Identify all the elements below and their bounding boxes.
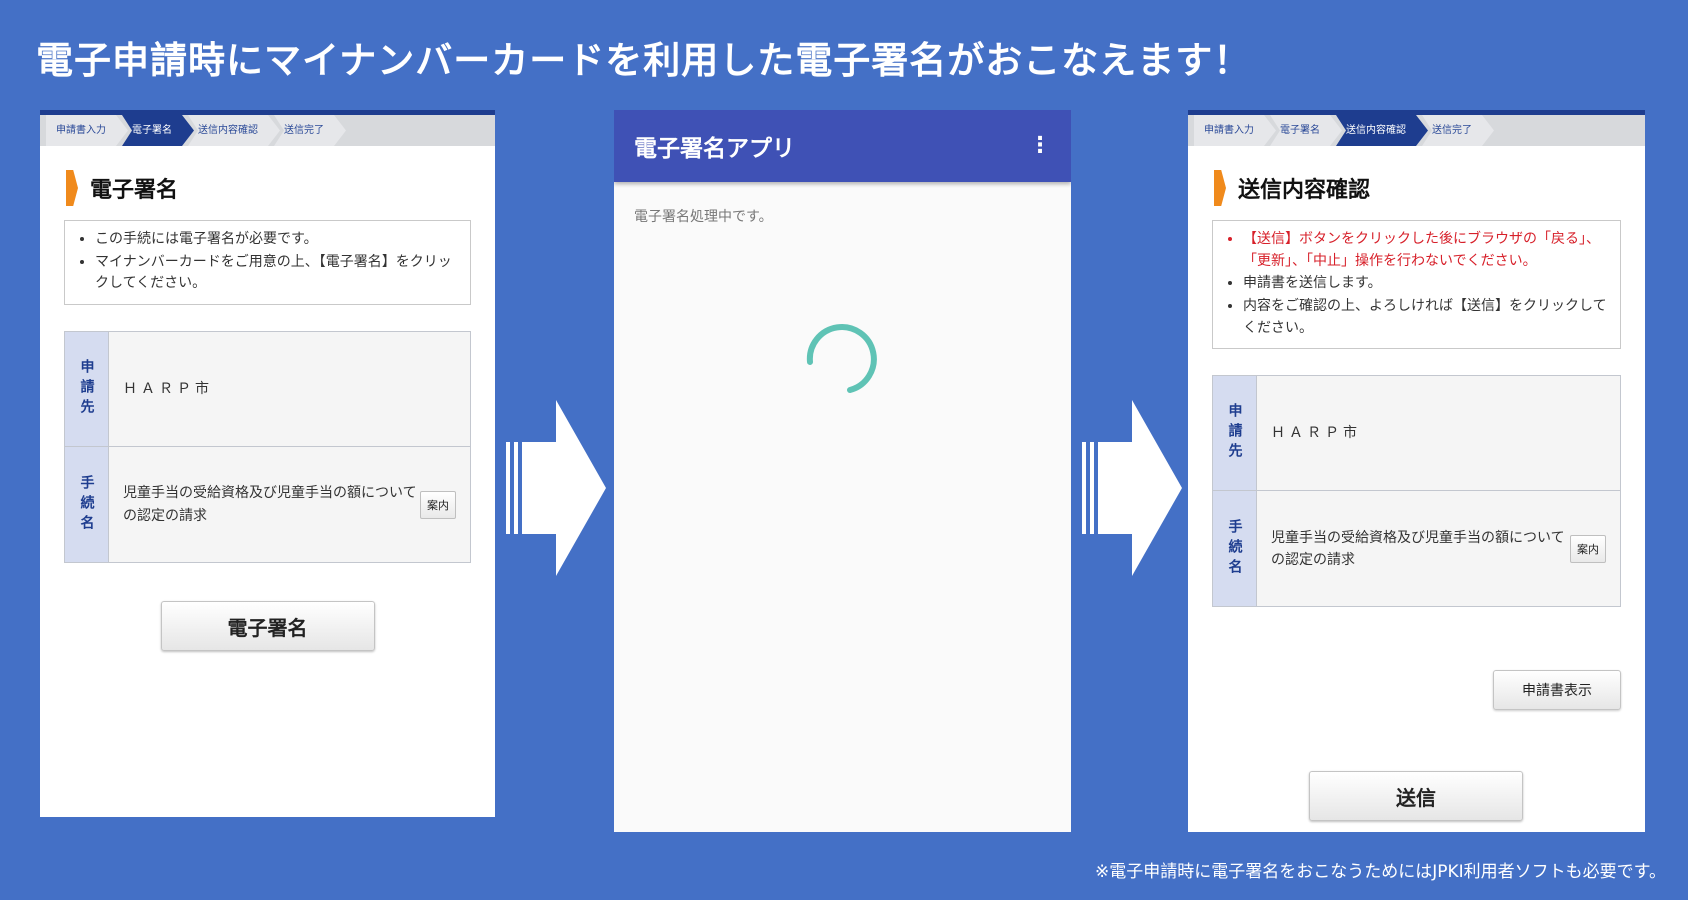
warning-item: 【送信】ボタンをクリックした後にブラウザの「戻る」、「更新」、「中止」操作を行わ… (1243, 229, 1610, 272)
step-progress-bar: 申請書入力 電子署名 送信内容確認 送信完了 (40, 115, 495, 146)
footnote: ※電子申請時に電子署名をおこなうためにはJPKI利用者ソフトも必要です。 (1095, 862, 1666, 882)
sign-button[interactable]: 電子署名 (160, 601, 375, 652)
notice-item: この手続には電子署名が必要です。 (95, 229, 460, 251)
loading-spinner-icon (806, 324, 877, 393)
step-filler (1488, 115, 1645, 146)
application-info-table: 申請先 ＨＡＲＰ市 手続名 児童手当の受給資格及び児童手当の額についての認定の請… (1212, 375, 1621, 608)
destination-value: ＨＡＲＰ市 (1257, 376, 1620, 491)
step-filler (340, 115, 495, 146)
section-marker-icon (66, 170, 78, 206)
procedure-text: 児童手当の受給資格及び児童手当の額についての認定の請求 (123, 485, 417, 524)
table-row: 手続名 児童手当の受給資格及び児童手当の額についての認定の請求 案内 (65, 447, 470, 563)
procedure-value: 児童手当の受給資格及び児童手当の額についての認定の請求 案内 (1257, 491, 1620, 607)
signature-app-screen: 電子署名アプリ ⋮ 電子署名処理中です。 (614, 110, 1071, 832)
table-row: 申請先 ＨＡＲＰ市 (65, 332, 470, 448)
step-input: 申請書入力 (1194, 115, 1276, 146)
notice-item: 申請書を送信します。 (1243, 273, 1610, 295)
section-heading: 電子署名 (90, 178, 179, 203)
notice-item: 内容をご確認の上、よろしければ【送信】をクリックしてください。 (1243, 296, 1610, 339)
guide-button[interactable]: 案内 (1570, 534, 1606, 563)
destination-value: ＨＡＲＰ市 (109, 332, 470, 447)
view-application-button[interactable]: 申請書表示 (1493, 670, 1621, 710)
step-progress-bar: 申請書入力 電子署名 送信内容確認 送信完了 (1188, 115, 1645, 146)
procedure-label: 手続名 (65, 447, 109, 563)
step-confirm: 送信内容確認 (188, 115, 280, 146)
notice-box: この手続には電子署名が必要です。 マイナンバーカードをご用意の上、【電子署名】を… (64, 220, 471, 306)
application-info-table: 申請先 ＨＡＲＰ市 手続名 児童手当の受給資格及び児童手当の額についての認定の請… (64, 331, 471, 564)
page-headline: 電子申請時にマイナンバーカードを利用した電子署名がおこなえます！ (36, 39, 1252, 82)
destination-text: ＨＡＲＰ市 (123, 380, 213, 397)
signature-screen: 申請書入力 電子署名 送信内容確認 送信完了 電子署名 この手続には電子署名が必… (40, 110, 495, 817)
section-title: 送信内容確認 (1214, 170, 1645, 206)
section-title: 電子署名 (66, 170, 495, 206)
guide-button[interactable]: 案内 (420, 490, 456, 519)
step-complete: 送信完了 (274, 115, 346, 146)
step-signature: 電子署名 (1270, 115, 1342, 146)
step-confirm: 送信内容確認 (1336, 115, 1428, 146)
app-bar: 電子署名アプリ ⋮ (614, 110, 1071, 182)
send-button[interactable]: 送信 (1309, 771, 1523, 821)
destination-label: 申請先 (1213, 376, 1257, 491)
step-complete: 送信完了 (1422, 115, 1494, 146)
table-row: 申請先 ＨＡＲＰ市 (1213, 376, 1620, 492)
kebab-menu-icon[interactable]: ⋮ (1029, 135, 1051, 157)
destination-label: 申請先 (65, 332, 109, 447)
section-heading: 送信内容確認 (1238, 178, 1371, 203)
notice-box: 【送信】ボタンをクリックした後にブラウザの「戻る」、「更新」、「中止」操作を行わ… (1212, 220, 1621, 350)
section-marker-icon (1214, 170, 1226, 206)
arrow-right-icon (1082, 400, 1182, 576)
step-signature: 電子署名 (122, 115, 194, 146)
confirm-screen: 申請書入力 電子署名 送信内容確認 送信完了 送信内容確認 【送信】ボタンをクリ… (1188, 110, 1645, 832)
app-title: 電子署名アプリ (634, 136, 795, 162)
procedure-value: 児童手当の受給資格及び児童手当の額についての認定の請求 案内 (109, 447, 470, 563)
procedure-label: 手続名 (1213, 491, 1257, 607)
table-row: 手続名 児童手当の受給資格及び児童手当の額についての認定の請求 案内 (1213, 491, 1620, 607)
arrow-right-icon (506, 400, 606, 576)
procedure-text: 児童手当の受給資格及び児童手当の額についての認定の請求 (1271, 529, 1565, 568)
destination-text: ＨＡＲＰ市 (1271, 425, 1361, 442)
processing-status: 電子署名処理中です。 (634, 209, 773, 225)
notice-item: マイナンバーカードをご用意の上、【電子署名】をクリックしてください。 (95, 252, 460, 295)
step-input: 申請書入力 (46, 115, 128, 146)
